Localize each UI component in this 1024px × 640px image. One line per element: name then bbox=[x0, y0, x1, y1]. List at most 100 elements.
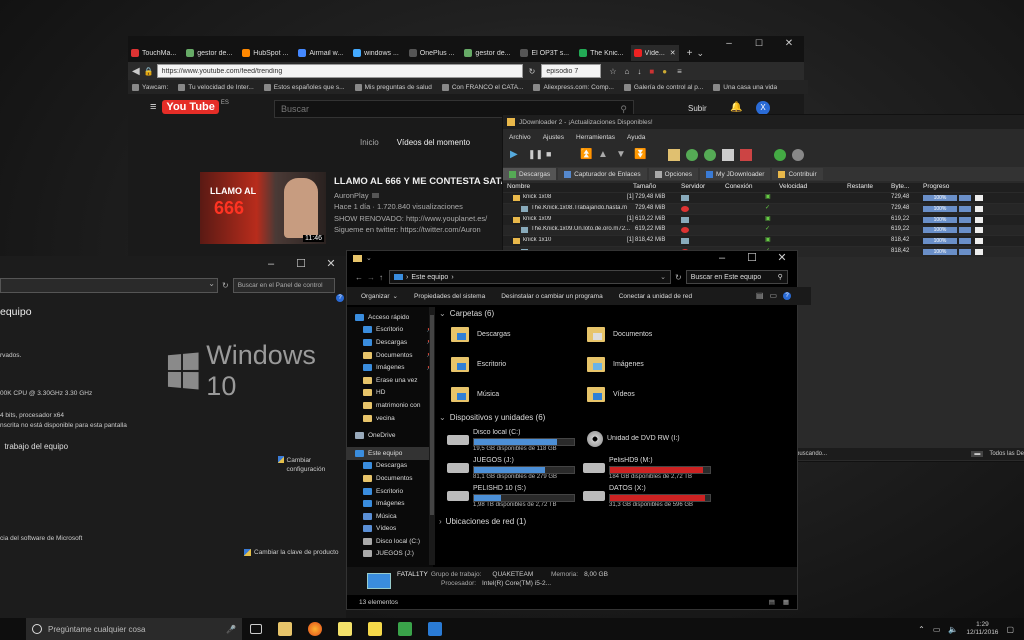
reconnect-icon[interactable] bbox=[686, 149, 698, 161]
jd-row[interactable]: knick 1x09 [1] 619,22 MiB ▣ 619,22 100% bbox=[503, 214, 1024, 225]
nav-item[interactable]: Documentos bbox=[347, 472, 433, 485]
refresh-icon[interactable]: ↻ bbox=[222, 281, 229, 290]
minimize-icon[interactable]: – bbox=[714, 38, 744, 49]
nav-item[interactable]: Escritorio bbox=[347, 485, 433, 498]
xbox-app-icon[interactable] bbox=[398, 622, 412, 636]
tab-trending[interactable]: Vídeos del momento bbox=[397, 138, 470, 147]
bookmark-item[interactable]: Una casa una vida bbox=[713, 83, 777, 91]
folder-icon[interactable] bbox=[975, 205, 983, 212]
jd-column-header[interactable]: Byte... bbox=[891, 183, 909, 190]
browser-tab[interactable]: Víde... ✕ bbox=[630, 45, 679, 61]
bookmark-item[interactable]: Estos españoles que s... bbox=[263, 83, 345, 91]
stop-icon[interactable]: ■ bbox=[546, 149, 558, 161]
preview-pane-icon[interactable]: ▭ bbox=[769, 291, 777, 300]
back-icon[interactable]: ◀ bbox=[132, 66, 140, 77]
close-icon[interactable]: ✕ bbox=[774, 38, 804, 49]
jd-column-header[interactable]: Progreso bbox=[923, 183, 949, 190]
chevron-down-icon[interactable]: ⌄ bbox=[660, 273, 666, 281]
command-button[interactable]: Desinstalar o cambiar un programa bbox=[501, 293, 603, 300]
jd-row[interactable]: knick 1x08 [1] 729,48 MiB ▣ 729,48 100% bbox=[503, 193, 1024, 203]
jd-column-header[interactable]: Servidor bbox=[681, 183, 705, 190]
new-tab-icon[interactable]: + bbox=[687, 48, 693, 59]
jd-column-header[interactable]: Velocidad bbox=[779, 183, 807, 190]
browser-search-input[interactable]: episodio 7 bbox=[541, 64, 602, 78]
cloud-icon[interactable] bbox=[792, 149, 804, 161]
bookmark-item[interactable]: Galería de control al p... bbox=[623, 83, 703, 91]
drive-item[interactable]: DATOS (X:) 31,3 GB disponibles de 596 GB bbox=[583, 485, 713, 509]
browser-tab[interactable]: windows ... bbox=[350, 45, 402, 61]
nav-item[interactable]: Escritorio📌 bbox=[347, 324, 433, 337]
jd-tab[interactable]: Capturador de Enlaces bbox=[558, 168, 647, 180]
nav-item[interactable]: Descargas📌 bbox=[347, 336, 433, 349]
tab-inicio[interactable]: Inicio bbox=[360, 138, 379, 147]
jd-tab[interactable]: My JDownloader bbox=[700, 168, 771, 180]
nav-item[interactable]: Este equipo bbox=[347, 446, 433, 460]
upload-button[interactable]: Subir bbox=[688, 104, 707, 113]
nav-item[interactable]: Acceso rápido bbox=[347, 311, 433, 324]
nav-item[interactable]: Documentos📌 bbox=[347, 349, 433, 362]
close-icon[interactable]: ✕ bbox=[316, 256, 346, 272]
youtube-logo[interactable]: You Tube bbox=[162, 100, 219, 114]
folder-icon[interactable] bbox=[975, 249, 983, 255]
cortana-search[interactable]: Pregúntame cualquier cosa 🎤 bbox=[26, 618, 242, 640]
bookmark-item[interactable]: Yawcam: bbox=[132, 83, 168, 91]
tab-list-icon[interactable]: ⌄ bbox=[696, 48, 704, 59]
folder-icon[interactable] bbox=[975, 216, 983, 223]
download-icon[interactable]: ↓ bbox=[637, 67, 641, 76]
sticky-notes-icon[interactable] bbox=[338, 622, 352, 636]
video-thumbnail[interactable]: LLAMO AL 666 11:46 bbox=[200, 172, 326, 244]
network-group-header[interactable]: › Ubicaciones de red (1) bbox=[439, 517, 526, 526]
pause-icon[interactable]: ❚❚ bbox=[528, 149, 543, 161]
extension-icon[interactable]: ■ bbox=[649, 67, 654, 76]
command-button[interactable]: Organizar ⌄ bbox=[361, 292, 398, 301]
clipboard-icon[interactable] bbox=[668, 149, 680, 161]
jd-row[interactable]: The.Knick.1x08.Trabajando.hasta.m 729,48 … bbox=[503, 203, 1024, 214]
folder-icon[interactable] bbox=[975, 227, 983, 234]
nav-scrollbar[interactable] bbox=[429, 307, 435, 565]
nav-item[interactable]: Erase una vez bbox=[347, 374, 433, 387]
quick-access-icon[interactable]: ⌄ bbox=[366, 254, 372, 262]
play-icon[interactable]: ▶ bbox=[510, 149, 522, 161]
browser-tab[interactable]: HubSpot ... bbox=[239, 45, 291, 61]
nav-item[interactable]: Disco local (C:) bbox=[347, 535, 433, 548]
drive-item[interactable]: PelisHD9 (M:) 184 GB disponibles de 2,72 … bbox=[583, 457, 713, 481]
browser-tab[interactable]: gestor de... bbox=[461, 45, 513, 61]
file-explorer-icon[interactable] bbox=[278, 622, 292, 636]
jdownloader-icon[interactable] bbox=[368, 622, 382, 636]
channel-name[interactable]: AuronPlay bbox=[334, 191, 369, 200]
command-button[interactable]: Conectar a unidad de red bbox=[619, 293, 692, 300]
jd-tab[interactable]: Descargas bbox=[503, 168, 557, 180]
clock[interactable]: 1:29 12/11/2016 bbox=[966, 621, 998, 637]
cp-search-input[interactable]: Buscar en el Panel de control bbox=[232, 278, 335, 293]
help-icon[interactable]: ? bbox=[783, 291, 791, 300]
drive-item[interactable]: JUEGOS (J:) 81,1 GB disponibles de 279 GB bbox=[447, 457, 577, 481]
details-view-icon[interactable]: ▤ bbox=[769, 598, 775, 606]
notifications-icon[interactable]: ▢ bbox=[1006, 625, 1014, 634]
jd-menu-item[interactable]: Archivo bbox=[509, 134, 531, 141]
video-title[interactable]: LLAMO AL 666 Y ME CONTESTA SATA bbox=[334, 176, 504, 187]
network-icon[interactable]: ▭ bbox=[933, 625, 941, 634]
change-config-link[interactable]: Cambiar configuración bbox=[278, 456, 338, 474]
home-icon[interactable]: ⌂ bbox=[625, 67, 630, 76]
drive-item[interactable]: Disco local (C:) 19,5 GB disponibles de 1… bbox=[447, 429, 577, 453]
folder-icon[interactable] bbox=[975, 238, 983, 245]
browser-tab[interactable]: Airmail w... bbox=[295, 45, 346, 61]
chevron-up-icon[interactable]: ⌃ bbox=[918, 625, 925, 634]
jd-status-filter[interactable]: Todos las De bbox=[989, 451, 1024, 457]
nav-item[interactable]: HD bbox=[347, 387, 433, 400]
move-top-icon[interactable]: ⏫ bbox=[580, 149, 592, 161]
tiles-view-icon[interactable]: ▦ bbox=[783, 598, 789, 606]
bookmark-item[interactable]: Tu velocidad de Inter... bbox=[178, 83, 254, 91]
drive-item[interactable]: PELISHD 10 (S:) 1,98 TB disponibles de 2,… bbox=[447, 485, 577, 509]
nav-item[interactable]: Imágenes📌 bbox=[347, 361, 433, 374]
explorer-search-input[interactable]: Buscar en Este equipo ⚲ bbox=[685, 270, 788, 284]
jd-column-header[interactable]: Conexión bbox=[725, 183, 752, 190]
avatar[interactable]: X bbox=[756, 101, 770, 115]
bookmark-item[interactable]: Mis preguntas de salud bbox=[354, 83, 432, 91]
search-icon[interactable]: ⚲ bbox=[620, 104, 627, 115]
update-icon[interactable] bbox=[704, 149, 716, 161]
star-icon[interactable]: ☆ bbox=[609, 67, 616, 76]
jd-menu-item[interactable]: Ayuda bbox=[627, 134, 645, 141]
nav-item[interactable]: Descargas bbox=[347, 460, 433, 473]
volume-icon[interactable]: 🔈 bbox=[948, 625, 958, 634]
